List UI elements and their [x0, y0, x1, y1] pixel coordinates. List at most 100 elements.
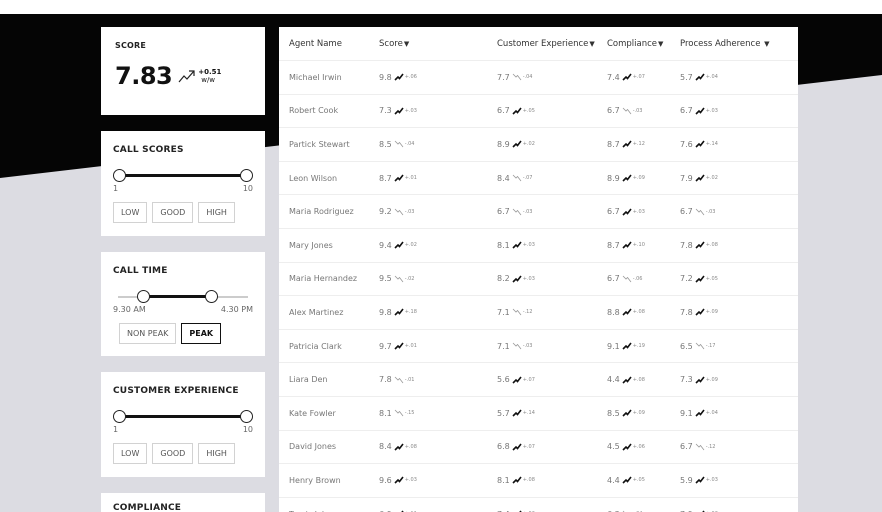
score-delta: +.03 [404, 107, 417, 114]
process-delta: +.09 [705, 309, 718, 316]
process-value: 6.7 [680, 106, 693, 116]
slider-min-handle[interactable] [113, 410, 126, 423]
cx-cell: 8.4 -.07 [497, 174, 607, 183]
call-time-slider[interactable] [113, 290, 253, 304]
agent-name: Alex Martinez [289, 307, 344, 317]
table-row[interactable]: Leon Wilson 8.7 +.01 8.4 -.07 8.9 +.09 7.9 +.02 [279, 162, 798, 196]
trend-down-icon [394, 141, 404, 148]
slider-fill [118, 415, 248, 418]
trend-up-icon [695, 376, 705, 384]
non-peak-button[interactable]: NON PEAK [119, 323, 177, 344]
trend-up-icon [695, 241, 705, 249]
call-scores-slider[interactable] [113, 169, 253, 183]
compliance-cell: 6.7 -.03 [607, 106, 680, 115]
cx-cell: 7.1 -.12 [497, 308, 607, 317]
header-customer-experience[interactable]: Customer Experience▼ [497, 39, 607, 49]
header-score[interactable]: Score▼ [379, 39, 497, 49]
trend-up-icon [622, 140, 632, 149]
trend-down-icon [512, 174, 522, 182]
slider-max-handle[interactable] [240, 410, 253, 423]
trend-up-icon [394, 174, 404, 182]
table-row[interactable]: Liara Den 7.8 -.01 5.6 +.07 4.4 +.08 7.3 +.09 [279, 363, 798, 397]
score-delta: -.02 [404, 275, 415, 282]
table-row[interactable]: Partick Stewart 8.5 -.04 8.9 +.02 8.7 +.12 7.6 +… [279, 128, 798, 162]
slider-max-handle[interactable] [240, 169, 253, 182]
peak-button[interactable]: PEAK [181, 323, 222, 344]
customer-experience-slider[interactable] [113, 410, 253, 424]
score-delta: +.01 [404, 175, 417, 182]
trend-up-icon [695, 275, 705, 283]
table-row[interactable]: Robert Cook 7.3 +.03 6.7 +.05 6.7 -.03 6.7 +.03 [279, 95, 798, 129]
trend-up-icon [695, 409, 705, 417]
trend-up-icon [695, 174, 705, 182]
slider-min-handle[interactable] [113, 169, 126, 182]
cx-delta: +.08 [522, 477, 535, 484]
trend-up-icon [394, 241, 404, 249]
cx-low-button[interactable]: LOW [113, 443, 148, 464]
score-cell: 8.7 +.01 [379, 174, 497, 183]
agent-name: Maria Rodriguez [289, 207, 354, 217]
agent-name: Leon Wilson [289, 173, 338, 183]
compliance-value: 8.7 [607, 240, 620, 250]
cx-high-button[interactable]: HIGH [198, 443, 235, 464]
score-title: SCORE [115, 41, 147, 50]
table-row[interactable]: David Jones 8.4 +.08 6.8 +.07 4.5 +.06 6.7 -.12 [279, 431, 798, 465]
score-cell: 9.4 +.02 [379, 241, 497, 250]
header-agent-name[interactable]: Agent Name [279, 39, 379, 49]
process-delta: +.04 [705, 410, 718, 417]
table-row[interactable]: Kate Fowler 8.1 -.15 5.7 +.14 8.5 +.09 9.1 +.04 [279, 397, 798, 431]
table-row[interactable]: Travis Johnson6.9+.117.4+.026.3-.047.9+.… [279, 498, 798, 512]
compliance-title: COMPLIANCE [113, 503, 182, 512]
process-delta: +.04 [705, 74, 718, 81]
compliance-cell: 6.7 +.03 [607, 207, 680, 216]
sort-icon: ▼ [403, 39, 410, 48]
header-compliance[interactable]: Compliance▼ [607, 39, 680, 49]
process-cell: 9.1 +.04 [680, 409, 798, 418]
cx-cell: 5.7 +.14 [497, 409, 607, 418]
cx-cell: 6.7 -.03 [497, 207, 607, 216]
score-value: 9.2 [379, 207, 392, 217]
customer-experience-min-label: 1 [113, 425, 119, 434]
trend-up-icon [622, 342, 632, 350]
table-row[interactable]: Michael Irwin 9.8 +.06 7.7 -.04 7.4 +.07 5.7 +.0… [279, 61, 798, 95]
trend-up-icon [394, 107, 404, 115]
score-delta: +.08 [404, 443, 417, 450]
score-cell: 9.7 +.01 [379, 342, 497, 351]
trend-down-icon [622, 275, 632, 283]
compliance-delta: +.12 [632, 141, 645, 148]
call-time-max-label: 4.30 PM [220, 305, 253, 314]
table-row[interactable]: Patricia Clark 9.7 +.01 7.1 -.03 9.1 +.19 6.5 -.… [279, 330, 798, 364]
score-value: 8.5 [379, 139, 392, 149]
trend-up-icon [622, 409, 632, 417]
call-scores-low-button[interactable]: LOW [113, 202, 148, 223]
compliance-value: 6.7 [607, 207, 620, 217]
agent-name: David Jones [289, 442, 337, 452]
slider-min-handle[interactable] [137, 290, 150, 303]
cx-delta: +.03 [522, 242, 535, 249]
call-scores-high-button[interactable]: HIGH [198, 202, 235, 223]
score-delta: +.01 [404, 343, 417, 350]
cx-delta: -.03 [522, 208, 533, 215]
table-row[interactable]: Alex Martinez 9.8 +.18 7.1 -.12 8.8 +.08 7.8 +.0… [279, 296, 798, 330]
trend-down-icon [512, 309, 522, 316]
table-row[interactable]: Henry Brown 9.6 +.03 8.1 +.08 4.4 +.05 5.9 +.03 [279, 464, 798, 498]
compliance-cell: 4.5 +.06 [607, 442, 680, 451]
score-cell: 7.3 +.03 [379, 106, 497, 115]
cx-good-button[interactable]: GOOD [152, 443, 194, 464]
header-process-adherence[interactable]: Process Adherence ▼ [680, 39, 798, 49]
call-scores-good-button[interactable]: GOOD [152, 202, 194, 223]
table-row[interactable]: Mary Jones 9.4 +.02 8.1 +.03 8.7 +.10 7.8 +.08 [279, 229, 798, 263]
table-row[interactable]: Maria Hernandez 9.5 -.02 8.2 +.03 6.7 -.06 7.2 +… [279, 263, 798, 297]
score-cell: 9.2 -.03 [379, 207, 497, 216]
slider-max-handle[interactable] [205, 290, 218, 303]
compliance-value: 8.8 [607, 307, 620, 317]
cx-value: 6.7 [497, 207, 510, 217]
cx-value: 7.7 [497, 72, 510, 82]
trend-up-icon [622, 208, 632, 216]
trend-up-icon [512, 241, 522, 249]
agents-table: Agent Name Score▼ Customer Experience▼ C… [279, 27, 798, 512]
table-row[interactable]: Maria Rodriguez 9.2 -.03 6.7 -.03 6.7 +.03 6.7 -… [279, 195, 798, 229]
compliance-cell: 9.1 +.19 [607, 342, 680, 351]
score-value: 9.7 [379, 341, 392, 351]
cx-value: 8.1 [497, 475, 510, 485]
